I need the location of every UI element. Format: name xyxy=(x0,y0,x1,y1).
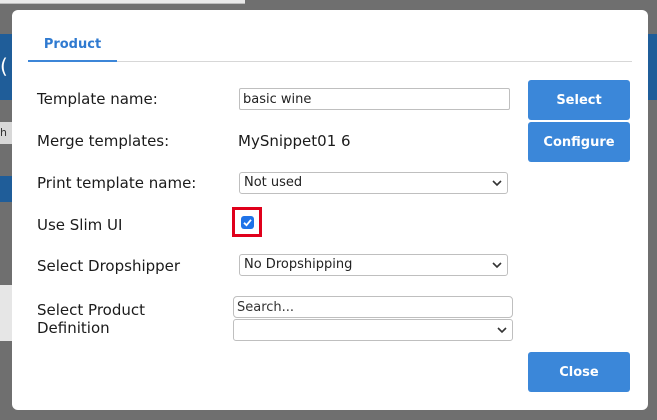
print-template-label: Print template name: xyxy=(37,174,197,192)
slim-ui-checkbox[interactable] xyxy=(241,216,254,229)
chevron-down-icon xyxy=(492,180,502,187)
chevron-down-icon xyxy=(492,262,502,269)
product-modal: Product Template name: Merge templates: … xyxy=(12,10,648,410)
configure-button[interactable]: Configure xyxy=(528,122,630,162)
print-template-selected: Not used xyxy=(244,175,303,190)
merge-templates-label: Merge templates: xyxy=(37,132,170,150)
product-definition-label-line2: Definition xyxy=(37,319,110,337)
background-strip: h xyxy=(0,122,12,144)
template-name-label: Template name: xyxy=(37,90,158,108)
dropshipper-select[interactable]: No Dropshipping xyxy=(239,254,508,276)
print-template-select[interactable]: Not used xyxy=(239,172,508,194)
slim-ui-label: Use Slim UI xyxy=(37,216,123,234)
background-band xyxy=(0,176,12,202)
background-toolbar xyxy=(0,0,245,4)
dropshipper-label: Select Dropshipper xyxy=(37,257,181,275)
product-definition-select[interactable] xyxy=(233,319,513,341)
template-name-input[interactable] xyxy=(239,88,510,110)
chevron-down-icon xyxy=(497,327,507,334)
tab-product[interactable]: Product xyxy=(28,34,117,62)
background-text: ( xyxy=(0,54,8,78)
product-definition-label: Select Product Definition xyxy=(37,301,145,337)
dropshipper-selected: No Dropshipping xyxy=(244,257,353,272)
product-definition-label-line1: Select Product xyxy=(37,301,145,319)
merge-templates-value: MySnippet01 6 xyxy=(238,132,351,150)
product-definition-search[interactable] xyxy=(233,296,513,318)
background-panel xyxy=(0,285,12,341)
tab-bar: Product xyxy=(28,34,632,62)
check-icon xyxy=(243,219,252,227)
background-header-band-right xyxy=(647,34,657,100)
close-button[interactable]: Close xyxy=(528,352,630,392)
select-button[interactable]: Select xyxy=(528,80,630,120)
